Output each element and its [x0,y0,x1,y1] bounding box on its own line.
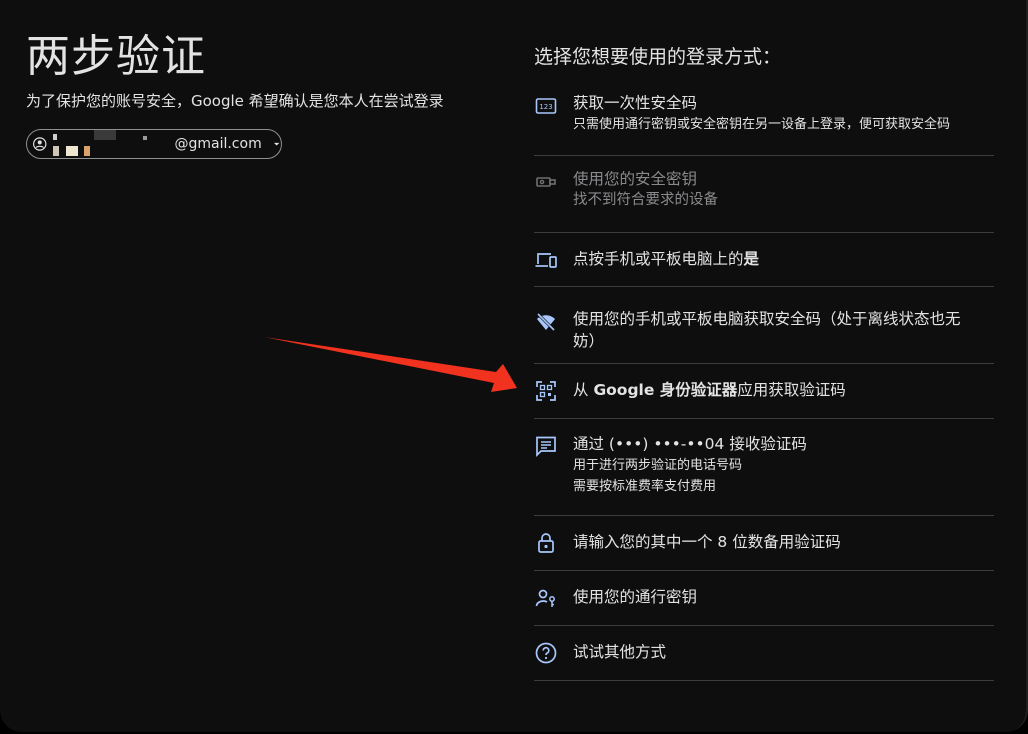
option-fee-note: 需要按标准费率支付费用 [573,479,717,494]
option-try-another-way[interactable]: 试试其他方式 [534,626,994,681]
passkey-icon [534,586,558,610]
devices-icon [534,248,558,272]
account-chip[interactable]: @gmail.com [26,129,282,159]
option-passkey[interactable]: 使用您的通行密钥 [534,571,994,626]
option-label: 从 Google 身份验证器应用获取验证码 [573,381,846,399]
account-email: @gmail.com [174,136,262,152]
account-circle-icon [33,137,47,151]
two-step-card: 两步验证 为了保护您的账号安全，Google 希望确认是您本人在尝试登录 @gm… [0,0,1028,732]
option-one-time-code[interactable]: 123 获取一次性安全码 只需使用通行密钥或安全密钥在另一设备上登录，便可获取安… [534,80,994,156]
option-security-key: 使用您的安全密钥 找不到符合要求的设备 [534,156,994,233]
option-label: 试试其他方式 [573,643,667,661]
option-backup-code[interactable]: 请输入您的其中一个 8 位数备用验证码 [534,516,994,571]
help-icon [534,641,558,665]
option-label: 使用您的安全密钥 [573,170,698,188]
option-offline-code[interactable]: 使用您的手机或平板电脑获取安全码（处于离线状态也无 妨） [534,287,994,364]
sign-in-options-list: 123 获取一次性安全码 只需使用通行密钥或安全密钥在另一设备上登录，便可获取安… [534,80,994,681]
option-google-authenticator[interactable]: 从 Google 身份验证器应用获取验证码 [534,364,994,419]
numeric-code-icon: 123 [534,94,558,118]
option-label: 点按手机或平板电脑上的是 [573,250,760,268]
option-label: 请输入您的其中一个 8 位数备用验证码 [573,533,841,551]
security-key-icon [534,170,558,194]
page-title: 两步验证 [26,31,206,82]
wifi-off-icon [534,310,558,334]
options-heading: 选择您想要使用的登录方式： [534,46,782,68]
option-label: 使用您的通行密钥 [573,588,698,606]
option-tap-yes[interactable]: 点按手机或平板电脑上的是 [534,233,994,287]
svg-text:123: 123 [539,103,552,111]
option-description: 用于进行两步验证的电话号码 [573,458,743,473]
option-label: 通过 (•••) •••-••04 接收验证码 [573,435,807,453]
option-label: 获取一次性安全码 [573,94,698,112]
redacted-email-mask [53,128,172,160]
qr-scan-icon [534,379,558,403]
option-label-continued: 妨） [573,332,605,350]
option-label: 使用您的手机或平板电脑获取安全码（处于离线状态也无 [573,310,961,328]
chevron-down-icon [273,142,280,146]
page-subtitle: 为了保护您的账号安全，Google 希望确认是您本人在尝试登录 [26,92,444,110]
option-sms-code[interactable]: 通过 (•••) •••-••04 接收验证码 用于进行两步验证的电话号码 需要… [534,419,994,516]
option-description: 只需使用通行密钥或安全密钥在另一设备上登录，便可获取安全码 [573,117,951,132]
option-description: 找不到符合要求的设备 [573,192,718,208]
sms-icon [534,434,558,458]
lock-icon [534,531,558,555]
